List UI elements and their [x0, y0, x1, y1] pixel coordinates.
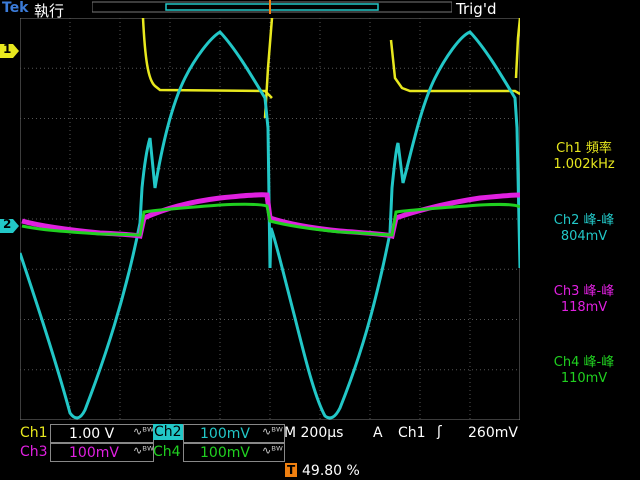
measurement-label: Ch2 峰-峰 [553, 213, 615, 228]
trigger-position-value[interactable]: 49.80 % [302, 463, 360, 479]
ch1-bandwidth-icon: ∿ᴮᵂ [133, 425, 154, 438]
ch2-marker-label: 2 [3, 217, 12, 231]
ch4-scale: 100mV [200, 445, 250, 461]
ch2-ground-marker[interactable]: 2 [0, 217, 20, 233]
measurement-label: Ch1 頻率 [556, 141, 612, 156]
trigger-position-icon: T [285, 463, 298, 477]
brand-logo: Tek [2, 0, 29, 16]
timebase[interactable]: M 200µs [284, 425, 343, 441]
ch4-bandwidth-icon: ∿ᴮᵂ [262, 444, 283, 457]
settings-bar: Ch1 1.00 V ∿ᴮᵂ Ch2 100mV ∿ᴮᵂ M 200µs A C… [0, 420, 640, 480]
measurement-ch1-frequency[interactable]: Ch1 頻率 1.002kHz [528, 141, 640, 173]
measurement-panel: Ch1 頻率 1.002kHz Ch2 峰-峰 804mV Ch3 峰-峰 11… [528, 0, 640, 420]
ch2-label[interactable]: Ch2 [153, 424, 183, 440]
ch1-label[interactable]: Ch1 [20, 425, 48, 441]
measurement-value: 804mV [560, 229, 608, 244]
measurement-value: 110mV [560, 371, 608, 386]
trigger-slope-icon[interactable]: ʃ [437, 424, 442, 440]
ch2-scale: 100mV [200, 426, 250, 442]
ch1-ground-marker[interactable]: 1 [0, 42, 20, 58]
measurement-ch3-pk-pk[interactable]: Ch3 峰-峰 118mV [528, 284, 640, 316]
waveform-display [20, 18, 520, 420]
measurement-value: 118mV [560, 300, 608, 315]
ch4-scale-box[interactable]: 100mV ∿ᴮᵂ [183, 443, 285, 462]
measurement-ch4-pk-pk[interactable]: Ch4 峰-峰 110mV [528, 355, 640, 387]
measurement-ch2-pk-pk[interactable]: Ch2 峰-峰 804mV [528, 213, 640, 245]
ch1-scale: 1.00 V [69, 426, 115, 442]
ch1-marker-label: 1 [3, 42, 12, 56]
ch1-scale-box[interactable]: 1.00 V ∿ᴮᵂ [50, 424, 154, 443]
trigger-status: Trig'd [456, 0, 497, 18]
ch3-scale: 100mV [69, 445, 119, 461]
ch4-bw-symbol: ᴮᵂ [271, 444, 283, 457]
ch2-bandwidth-icon: ∿ᴮᵂ [262, 425, 283, 438]
measurement-value: 1.002kHz [553, 157, 615, 172]
record-length-bar [92, 0, 452, 14]
ch4-label[interactable]: Ch4 [153, 444, 181, 460]
ch3-scale-box[interactable]: 100mV ∿ᴮᵂ [50, 443, 154, 462]
trigger-source[interactable]: Ch1 [398, 425, 426, 441]
measurement-label: Ch4 峰-峰 [553, 355, 615, 370]
ch2-scale-box[interactable]: 100mV ∿ᴮᵂ [183, 424, 285, 443]
ch2-bw-symbol: ᴮᵂ [271, 425, 283, 438]
acquisition-mode[interactable]: A [373, 425, 383, 441]
measurement-label: Ch3 峰-峰 [553, 284, 615, 299]
ch3-bandwidth-icon: ∿ᴮᵂ [133, 444, 154, 457]
trigger-level[interactable]: 260mV [468, 425, 518, 441]
ch3-label[interactable]: Ch3 [20, 444, 48, 460]
